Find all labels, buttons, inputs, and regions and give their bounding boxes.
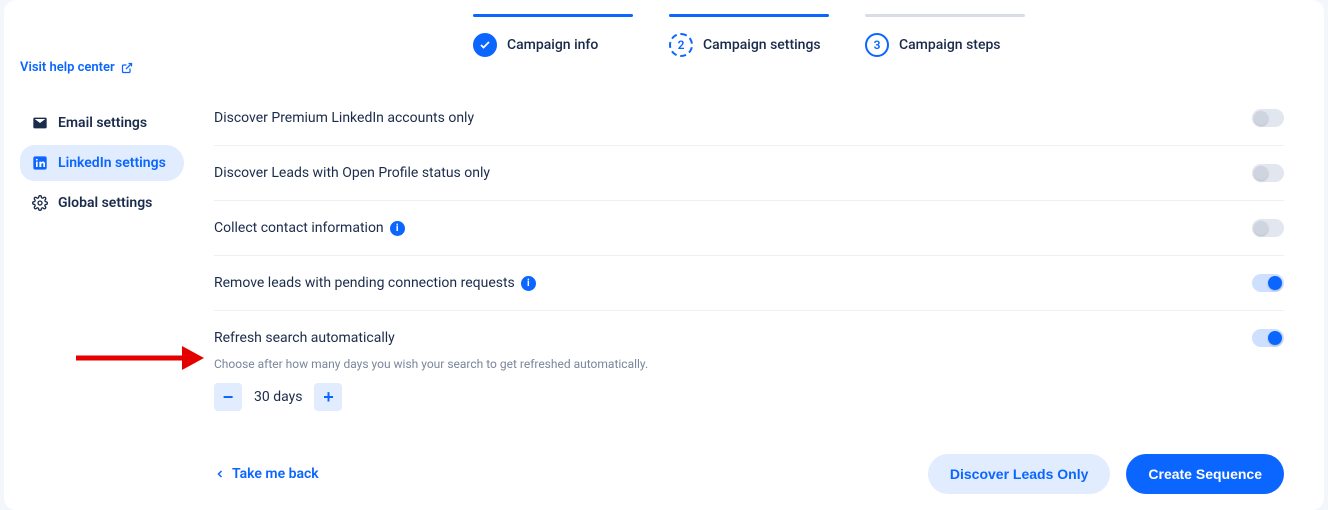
step-campaign-settings[interactable]: 2 Campaign settings xyxy=(669,14,829,57)
settings-card: Visit help center Email settings LinkedI… xyxy=(4,0,1324,510)
days-value: 30 days xyxy=(254,389,302,405)
refresh-help-text: Choose after how many days you wish your… xyxy=(214,357,1284,371)
decrement-button[interactable]: − xyxy=(214,383,242,411)
step-number-icon: 2 xyxy=(669,33,693,57)
chevron-left-icon xyxy=(214,468,226,480)
check-circle-icon xyxy=(473,33,497,57)
refresh-sub-section: Choose after how many days you wish your… xyxy=(214,357,1284,411)
sidebar-item-label: Global settings xyxy=(58,195,152,211)
setting-label: Discover Leads with Open Profile status … xyxy=(214,165,490,181)
step-label: Campaign settings xyxy=(703,37,821,53)
create-sequence-button[interactable]: Create Sequence xyxy=(1126,454,1284,494)
setting-row-premium: Discover Premium LinkedIn accounts only xyxy=(214,91,1284,146)
main-content: Campaign info 2 Campaign settings 3 Camp… xyxy=(194,0,1324,510)
sidebar-item-label: LinkedIn settings xyxy=(58,155,166,171)
step-bar xyxy=(473,14,633,17)
external-link-icon xyxy=(121,62,133,74)
sidebar-item-email-settings[interactable]: Email settings xyxy=(20,105,184,141)
setting-label: Remove leads with pending connection req… xyxy=(214,275,515,291)
toggle-collect-contact[interactable] xyxy=(1252,219,1284,237)
increment-button[interactable]: + xyxy=(314,383,342,411)
settings-list: Discover Premium LinkedIn accounts only … xyxy=(214,91,1284,411)
toggle-premium[interactable] xyxy=(1252,109,1284,127)
days-stepper: − 30 days + xyxy=(214,383,1284,411)
step-campaign-steps[interactable]: 3 Campaign steps xyxy=(865,14,1025,57)
step-bar xyxy=(669,14,829,17)
email-icon xyxy=(32,115,48,131)
step-bar xyxy=(865,14,1025,17)
info-icon[interactable]: i xyxy=(521,276,536,291)
back-link[interactable]: Take me back xyxy=(214,466,319,482)
setting-label: Collect contact information xyxy=(214,220,384,236)
sidebar-item-label: Email settings xyxy=(58,115,147,131)
setting-label: Refresh search automatically xyxy=(214,330,395,346)
sidebar-item-global-settings[interactable]: Global settings xyxy=(20,185,184,221)
toggle-remove-pending[interactable] xyxy=(1252,274,1284,292)
step-label: Campaign info xyxy=(507,37,598,53)
setting-row-refresh: Refresh search automatically xyxy=(214,311,1284,355)
setting-row-collect-contact: Collect contact information i xyxy=(214,201,1284,256)
step-number-icon: 3 xyxy=(865,33,889,57)
back-label: Take me back xyxy=(232,466,319,482)
footer: Take me back Discover Leads Only Create … xyxy=(214,454,1284,494)
help-center-label: Visit help center xyxy=(20,60,115,75)
setting-row-remove-pending: Remove leads with pending connection req… xyxy=(214,256,1284,311)
sidebar: Visit help center Email settings LinkedI… xyxy=(4,0,194,510)
discover-leads-button[interactable]: Discover Leads Only xyxy=(928,454,1111,494)
toggle-refresh[interactable] xyxy=(1252,329,1284,347)
linkedin-icon xyxy=(32,155,48,171)
help-center-link[interactable]: Visit help center xyxy=(20,60,133,75)
step-campaign-info[interactable]: Campaign info xyxy=(473,14,633,57)
progress-stepper: Campaign info 2 Campaign settings 3 Camp… xyxy=(214,0,1284,57)
gear-icon xyxy=(32,195,48,211)
setting-row-open-profile: Discover Leads with Open Profile status … xyxy=(214,146,1284,201)
info-icon[interactable]: i xyxy=(390,221,405,236)
sidebar-item-linkedin-settings[interactable]: LinkedIn settings xyxy=(20,145,184,181)
setting-label: Discover Premium LinkedIn accounts only xyxy=(214,110,474,126)
toggle-open-profile[interactable] xyxy=(1252,164,1284,182)
step-label: Campaign steps xyxy=(899,37,1001,53)
